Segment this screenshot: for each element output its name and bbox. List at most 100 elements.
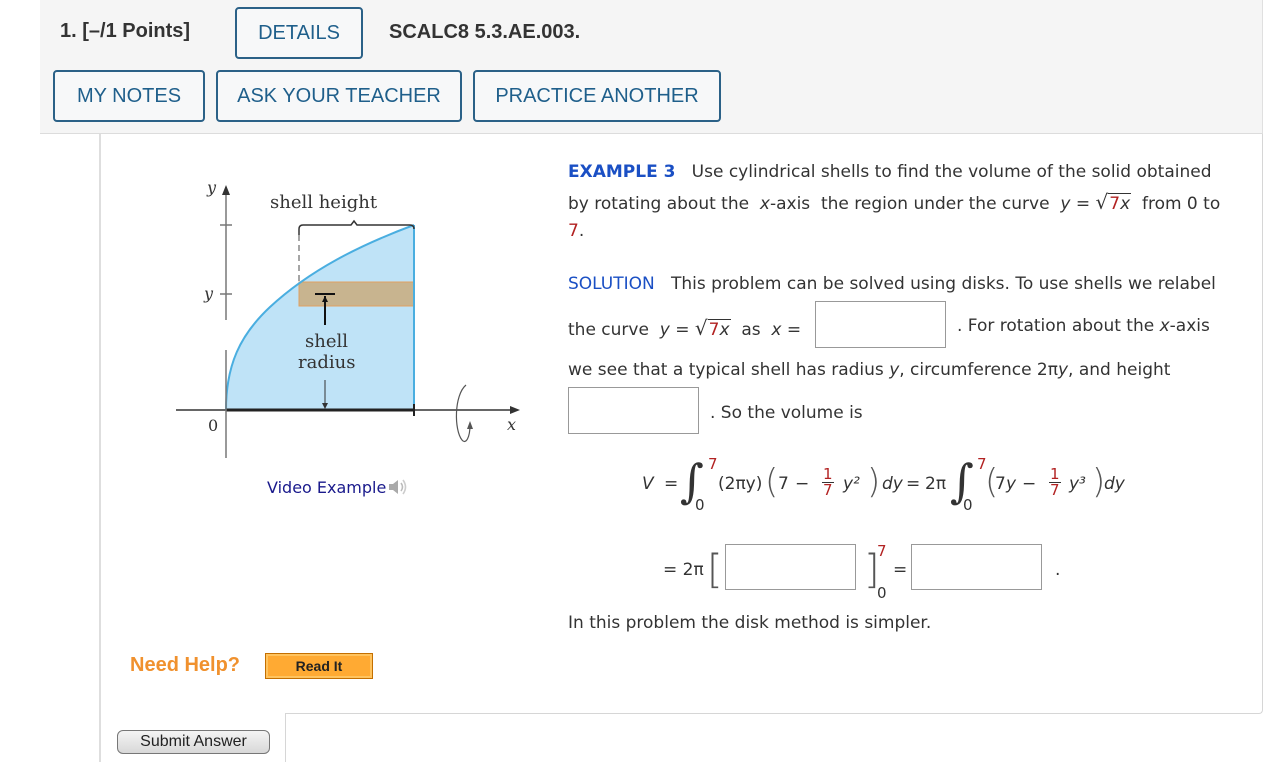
y-tick-label: y — [203, 284, 214, 303]
differential-dy: dy — [882, 474, 903, 494]
answer-volume-input[interactable] — [911, 544, 1042, 590]
integral-upper-limit: 7 — [708, 455, 718, 473]
sqrt-expression: √7x — [694, 316, 731, 340]
solution-line-1: SOLUTION This problem can be solved usin… — [568, 274, 1216, 294]
example-line-2: by rotating about the x-axis the region … — [568, 190, 1220, 214]
solution-text-3: we see that a typical shell has radius — [568, 360, 884, 380]
y-squared: y² — [843, 474, 860, 494]
equals-sign: = — [893, 560, 908, 580]
solution-line-3: we see that a typical shell has radius y… — [568, 360, 1170, 380]
upper-limit-value: 7 — [568, 221, 579, 241]
equals-sign: = — [675, 320, 690, 340]
example-text-2b: the region under the curve — [820, 194, 1050, 214]
y-cubed: y³ — [1069, 474, 1086, 494]
x-variable: x — [759, 194, 770, 214]
question-code: SCALC8 5.3.AE.003. — [389, 21, 581, 43]
equals-sign: = — [1075, 194, 1091, 214]
submit-answer-button[interactable]: Submit Answer — [117, 730, 270, 754]
y-axis-arrow — [222, 185, 230, 195]
evaluation-upper-limit: 7 — [877, 542, 887, 560]
y-variable: y — [1057, 360, 1069, 380]
sqrt-variable: x — [1120, 194, 1131, 214]
solution-text-2b: . For rotation about the — [957, 316, 1155, 336]
speaker-icon — [389, 479, 407, 495]
example-text-2a: by rotating about the — [568, 194, 750, 214]
x-variable: x — [771, 320, 782, 340]
open-paren: ( — [765, 462, 779, 502]
solution-text-4: . So the volume is — [710, 403, 863, 423]
volume-symbol: V — [642, 474, 654, 494]
solution-line-2a: the curve y = √7x as x = — [568, 316, 801, 340]
example-text-2c: from 0 to — [1141, 194, 1221, 214]
x-axis-label: x — [507, 415, 516, 434]
axis-suffix: -axis — [1169, 316, 1210, 336]
fraction-denominator: 7 — [1050, 481, 1060, 499]
question-header: 1. [–/1 Points] DETAILS SCALC8 5.3.AE.00… — [40, 0, 1263, 134]
fraction-one-seventh: 17 — [822, 467, 834, 498]
answer-x-of-y-input[interactable] — [815, 301, 946, 348]
equals-sign: = — [786, 320, 802, 340]
minus-sign: − — [795, 474, 810, 494]
sqrt-expression: √7x — [1095, 190, 1132, 214]
equals-sign: = — [664, 474, 679, 494]
solution-line-4: . So the volume is — [710, 403, 863, 423]
solution-line-2b: . For rotation about the x-axis — [957, 316, 1210, 336]
example-label: EXAMPLE 3 — [568, 162, 676, 182]
sqrt-variable: x — [719, 320, 730, 340]
example-text-1: Use cylindrical shells to find the volum… — [691, 162, 1212, 182]
region-fill — [226, 225, 414, 410]
solution-label: SOLUTION — [568, 274, 655, 294]
answer-antiderivative-input[interactable] — [725, 544, 856, 590]
shell-diagram: y x 0 y shell height shell radius — [170, 175, 530, 460]
rotation-icon — [455, 384, 471, 443]
video-example-link[interactable]: Video Example — [267, 477, 409, 497]
fraction-one-seventh: 17 — [1049, 467, 1061, 498]
y-variable: y — [1060, 194, 1071, 214]
submit-area: Submit Answer — [99, 713, 286, 762]
fraction-denominator: 7 — [823, 481, 833, 499]
as-word: as — [741, 320, 761, 340]
y-variable: y — [1006, 474, 1017, 494]
x-axis-arrow — [510, 406, 520, 414]
solution-text-1: This problem can be solved using disks. … — [670, 274, 1216, 294]
y-axis-label: y — [206, 178, 217, 197]
answer-height-input[interactable] — [568, 387, 699, 434]
solution-text-3b: , circumference 2π — [899, 360, 1058, 380]
period: . — [578, 221, 585, 241]
differential-dy: dy — [1104, 474, 1125, 494]
factor-2piy: (2πy) — [718, 474, 763, 494]
solution-text-2a: the curve — [568, 320, 649, 340]
question-points-label: 1. [–/1 Points] — [60, 20, 191, 42]
read-it-button[interactable]: Read It — [265, 653, 373, 679]
x-variable: x — [1159, 316, 1170, 336]
example-line-3: 7. — [568, 221, 584, 241]
closing-remark: In this problem the disk method is simpl… — [568, 613, 932, 633]
integral-lower-limit: 0 — [695, 496, 705, 514]
integral-lower-limit: 0 — [963, 496, 973, 514]
coefficient-seven: 7 — [995, 474, 1006, 494]
shell-diagram-svg: y x 0 y shell height shell radius — [176, 178, 520, 458]
shell-height-label: shell height — [270, 192, 378, 213]
y-variable: y — [889, 360, 900, 380]
video-example-label: Video Example — [267, 477, 387, 497]
details-button[interactable]: DETAILS — [235, 7, 363, 59]
sqrt-coefficient: 7 — [708, 320, 720, 340]
y-variable: y — [659, 320, 670, 340]
my-notes-button[interactable]: MY NOTES — [53, 70, 205, 122]
open-bracket: [ — [707, 547, 723, 593]
shell-radius-label-1: shell — [305, 331, 348, 352]
origin-label: 0 — [208, 416, 218, 435]
constant-seven: 7 — [778, 474, 789, 494]
practice-another-button[interactable]: PRACTICE ANOTHER — [473, 70, 721, 122]
evaluation-lower-limit: 0 — [877, 584, 887, 602]
shell-radius-label-2: radius — [298, 352, 355, 373]
minus-sign: − — [1022, 474, 1037, 494]
rotation-arrow — [467, 421, 473, 429]
ask-your-teacher-button[interactable]: ASK YOUR TEACHER — [216, 70, 462, 122]
period: . — [1055, 560, 1061, 580]
solution-text-3c: , and height — [1068, 360, 1171, 380]
sqrt-coefficient: 7 — [1109, 194, 1121, 214]
equals-sign: = — [906, 474, 921, 494]
close-paren: ) — [867, 462, 881, 502]
need-help-label: Need Help? — [130, 654, 241, 676]
